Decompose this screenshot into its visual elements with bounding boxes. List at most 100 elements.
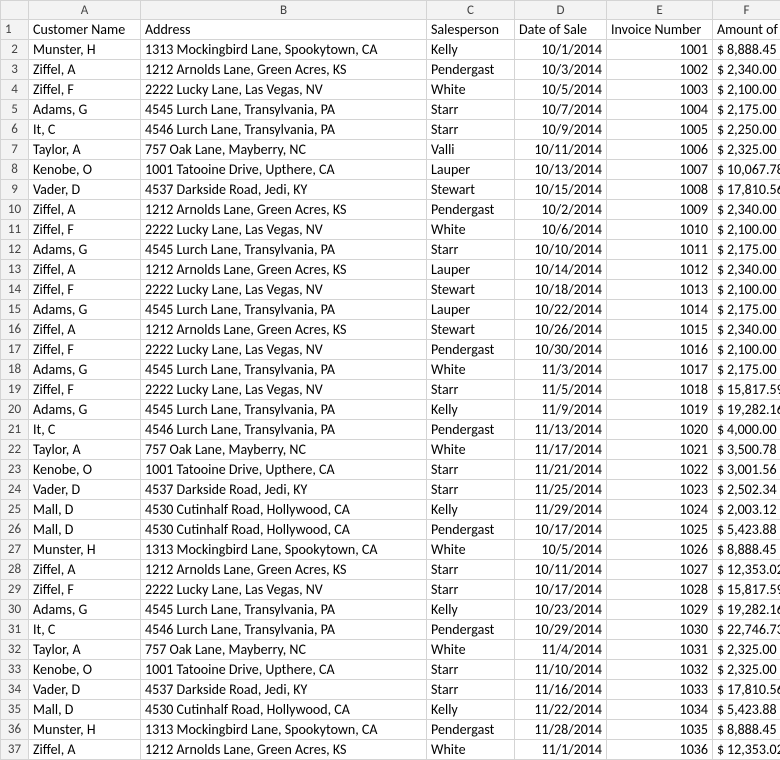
col-header-E[interactable]: E (607, 1, 713, 20)
row-header[interactable]: 13 (1, 260, 29, 280)
row-header[interactable]: 37 (1, 740, 29, 760)
cell-salesperson[interactable]: White (427, 220, 515, 240)
cell-amount[interactable]: $22,746.73 (713, 620, 780, 640)
row-header[interactable]: 17 (1, 340, 29, 360)
cell-invoice[interactable]: 1020 (607, 420, 713, 440)
cell-customer[interactable]: Mall, D (29, 700, 141, 720)
cell-salesperson[interactable]: Starr (427, 240, 515, 260)
row-header[interactable]: 24 (1, 480, 29, 500)
cell-amount[interactable]: $2,325.00 (713, 640, 780, 660)
cell-customer[interactable]: Munster, H (29, 40, 141, 60)
cell-salesperson[interactable]: Stewart (427, 320, 515, 340)
cell-customer[interactable]: Kenobe, O (29, 660, 141, 680)
cell-address[interactable]: 1001 Tatooine Drive, Upthere, CA (141, 160, 427, 180)
cell-salesperson-header[interactable]: Salesperson (427, 20, 515, 40)
table-row[interactable]: 36Munster, H1313 Mockingbird Lane, Spook… (1, 720, 780, 740)
cell-salesperson[interactable]: Stewart (427, 280, 515, 300)
cell-customer[interactable]: Adams, G (29, 400, 141, 420)
cell-address[interactable]: 4546 Lurch Lane, Transylvania, PA (141, 420, 427, 440)
cell-invoice[interactable]: 1006 (607, 140, 713, 160)
cell-salesperson[interactable]: Kelly (427, 40, 515, 60)
table-row[interactable]: 32Taylor, A757 Oak Lane, Mayberry, NCWhi… (1, 640, 780, 660)
table-row[interactable]: 10Ziffel, A1212 Arnolds Lane, Green Acre… (1, 200, 780, 220)
spreadsheet-grid[interactable]: A B C D E F 1Customer NameAddressSalespe… (0, 0, 780, 760)
cell-address[interactable]: 2222 Lucky Lane, Las Vegas, NV (141, 280, 427, 300)
cell-invoice[interactable]: 1011 (607, 240, 713, 260)
cell-date[interactable]: 10/5/2014 (515, 80, 607, 100)
cell-amount[interactable]: $15,817.59 (713, 380, 780, 400)
col-header-D[interactable]: D (515, 1, 607, 20)
cell-invoice[interactable]: 1008 (607, 180, 713, 200)
cell-address[interactable]: 2222 Lucky Lane, Las Vegas, NV (141, 340, 427, 360)
cell-salesperson[interactable]: White (427, 640, 515, 660)
cell-amount[interactable]: $19,282.16 (713, 600, 780, 620)
cell-date[interactable]: 10/26/2014 (515, 320, 607, 340)
cell-address[interactable]: 1212 Arnolds Lane, Green Acres, KS (141, 200, 427, 220)
cell-amount[interactable]: $2,100.00 (713, 280, 780, 300)
cell-amount[interactable]: $3,001.56 (713, 460, 780, 480)
cell-customer[interactable]: Ziffel, F (29, 340, 141, 360)
cell-customer[interactable]: Ziffel, F (29, 80, 141, 100)
cell-salesperson[interactable]: Kelly (427, 500, 515, 520)
cell-address[interactable]: 1001 Tatooine Drive, Upthere, CA (141, 460, 427, 480)
cell-amount[interactable]: $2,325.00 (713, 140, 780, 160)
cell-amount[interactable]: $2,100.00 (713, 340, 780, 360)
cell-invoice[interactable]: 1010 (607, 220, 713, 240)
cell-address[interactable]: 757 Oak Lane, Mayberry, NC (141, 440, 427, 460)
cell-invoice[interactable]: 1028 (607, 580, 713, 600)
cell-customer[interactable]: It, C (29, 420, 141, 440)
cell-date[interactable]: 10/7/2014 (515, 100, 607, 120)
cell-date[interactable]: 10/29/2014 (515, 620, 607, 640)
cell-salesperson[interactable]: Pendergast (427, 520, 515, 540)
table-row[interactable]: 27Munster, H1313 Mockingbird Lane, Spook… (1, 540, 780, 560)
cell-amount[interactable]: $2,325.00 (713, 660, 780, 680)
cell-customer[interactable]: It, C (29, 620, 141, 640)
row-header[interactable]: 27 (1, 540, 29, 560)
row-header[interactable]: 16 (1, 320, 29, 340)
cell-amount[interactable]: $2,502.34 (713, 480, 780, 500)
row-header[interactable]: 26 (1, 520, 29, 540)
cell-date[interactable]: 11/13/2014 (515, 420, 607, 440)
cell-invoice[interactable]: 1002 (607, 60, 713, 80)
cell-invoice[interactable]: 1009 (607, 200, 713, 220)
cell-customer[interactable]: Ziffel, A (29, 260, 141, 280)
cell-date[interactable]: 10/13/2014 (515, 160, 607, 180)
row-header[interactable]: 35 (1, 700, 29, 720)
cell-date[interactable]: 11/9/2014 (515, 400, 607, 420)
cell-address[interactable]: 757 Oak Lane, Mayberry, NC (141, 640, 427, 660)
cell-salesperson[interactable]: Pendergast (427, 60, 515, 80)
cell-date[interactable]: 10/14/2014 (515, 260, 607, 280)
cell-customer[interactable]: Ziffel, F (29, 280, 141, 300)
cell-address[interactable]: 1313 Mockingbird Lane, Spookytown, CA (141, 540, 427, 560)
cell-salesperson[interactable]: Valli (427, 140, 515, 160)
table-row[interactable]: 37Ziffel, A1212 Arnolds Lane, Green Acre… (1, 740, 780, 760)
cell-address[interactable]: 1313 Mockingbird Lane, Spookytown, CA (141, 40, 427, 60)
cell-invoice[interactable]: 1035 (607, 720, 713, 740)
row-header[interactable]: 14 (1, 280, 29, 300)
cell-customer[interactable]: Munster, H (29, 720, 141, 740)
cell-address[interactable]: 4546 Lurch Lane, Transylvania, PA (141, 120, 427, 140)
cell-address[interactable]: 2222 Lucky Lane, Las Vegas, NV (141, 380, 427, 400)
cell-amount[interactable]: $17,810.56 (713, 680, 780, 700)
cell-amount[interactable]: $8,888.45 (713, 40, 780, 60)
cell-date[interactable]: 10/6/2014 (515, 220, 607, 240)
cell-date[interactable]: 11/10/2014 (515, 660, 607, 680)
cell-customer[interactable]: Adams, G (29, 100, 141, 120)
cell-customer[interactable]: Adams, G (29, 240, 141, 260)
cell-date[interactable]: 10/1/2014 (515, 40, 607, 60)
row-header[interactable]: 3 (1, 60, 29, 80)
cell-customer-header[interactable]: Customer Name (29, 20, 141, 40)
cell-invoice[interactable]: 1014 (607, 300, 713, 320)
cell-date-header[interactable]: Date of Sale (515, 20, 607, 40)
cell-salesperson[interactable]: Starr (427, 120, 515, 140)
cell-address[interactable]: 4537 Darkside Road, Jedi, KY (141, 480, 427, 500)
cell-salesperson[interactable]: Starr (427, 680, 515, 700)
cell-invoice[interactable]: 1001 (607, 40, 713, 60)
cell-address[interactable]: 4545 Lurch Lane, Transylvania, PA (141, 360, 427, 380)
col-header-A[interactable]: A (29, 1, 141, 20)
cell-customer[interactable]: Taylor, A (29, 640, 141, 660)
cell-address[interactable]: 1313 Mockingbird Lane, Spookytown, CA (141, 720, 427, 740)
cell-salesperson[interactable]: Kelly (427, 400, 515, 420)
cell-customer[interactable]: Adams, G (29, 600, 141, 620)
cell-amount[interactable]: $8,888.45 (713, 540, 780, 560)
